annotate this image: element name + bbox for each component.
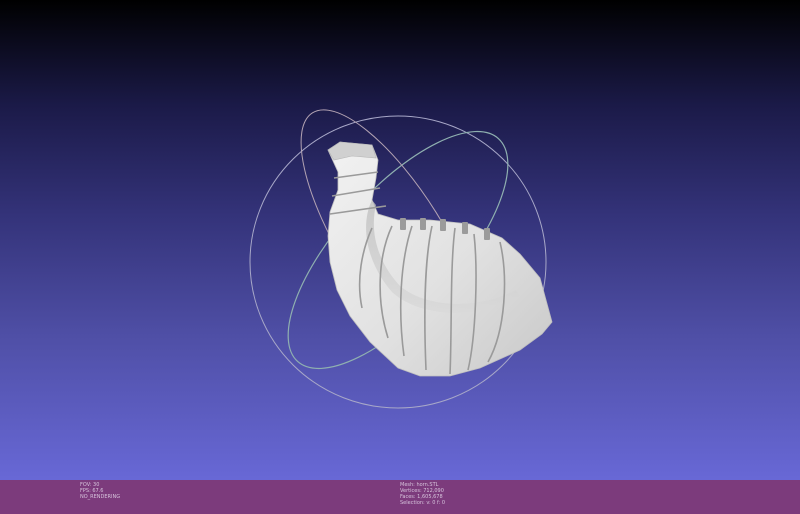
status-bar: FOV: 30 FPS: 67.6 NO_RENDERING Mesh: hor…	[0, 480, 800, 514]
mesh-info: Mesh: horn.STL Vertices: 712,090 Faces: …	[400, 482, 445, 506]
render-mode-readout: NO_RENDERING	[80, 494, 121, 500]
3d-viewport[interactable]	[0, 0, 800, 480]
scene-canvas[interactable]	[0, 0, 800, 480]
render-info: FOV: 30 FPS: 67.6 NO_RENDERING	[80, 482, 120, 500]
selection-readout: Selection: v: 0 f: 0	[400, 500, 446, 506]
